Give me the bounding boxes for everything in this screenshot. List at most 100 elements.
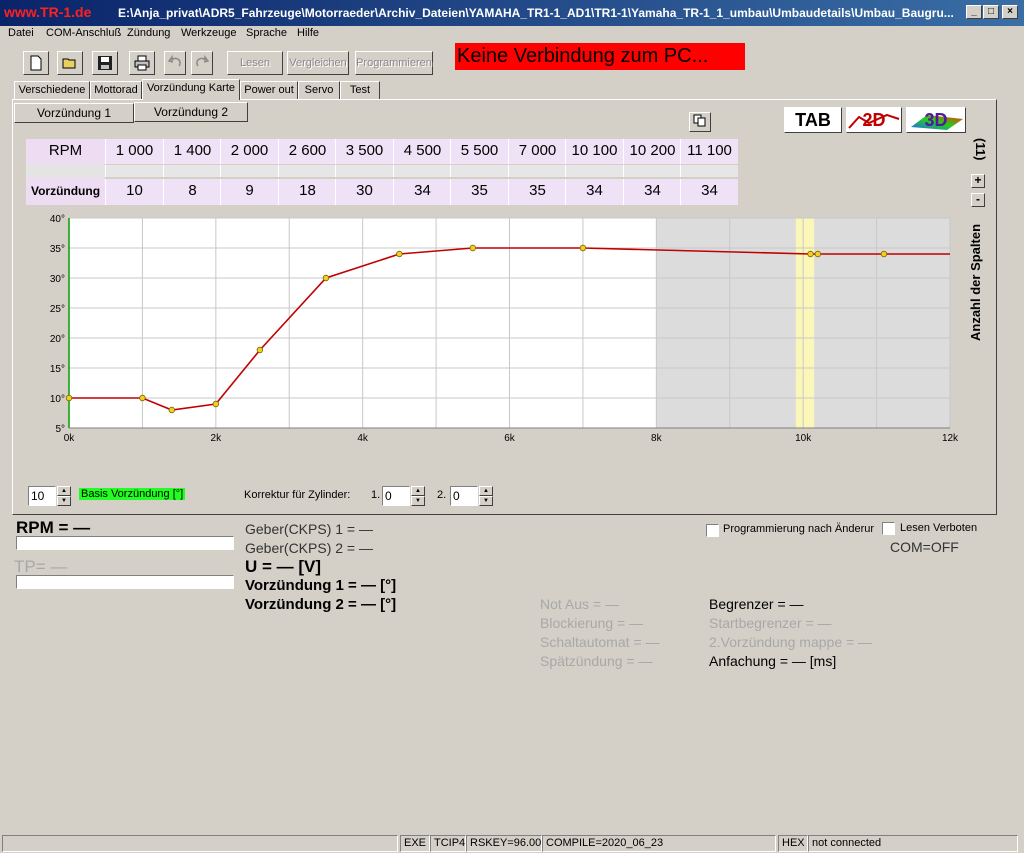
view-2d-button[interactable]: 2D [846,107,902,133]
tab-test[interactable]: Test [340,81,380,99]
rpm-cell[interactable]: 10 100 [565,139,623,164]
tab-vorzuendung-karte[interactable]: Vorzündung Karte [142,79,240,100]
redo-button[interactable] [191,51,213,75]
data-point [139,394,146,402]
save-button[interactable] [92,51,118,75]
vorzuendung2-readout: Vorzündung 2 = — [°] [245,596,397,613]
menu-zuendung[interactable]: Zündung [127,27,170,39]
vergleichen-button[interactable]: Vergleichen [287,51,349,75]
tab-power-out[interactable]: Power out [240,81,298,99]
remove-column-button[interactable]: - [971,193,985,207]
advance-curve-chart: 5°10°15°20°25°30°35°40°0k 2k 4k 6k 8k 10k 12k [50,214,959,444]
menu-datei[interactable]: Datei [8,27,34,39]
rpm-cell[interactable]: 7 000 [508,139,566,164]
spin-up-icon[interactable]: ▲ [411,486,425,496]
schaltautomat-readout: Schaltautomat = — [540,634,660,650]
x-tick-label: 0k [64,433,76,444]
table-divider-cell [393,165,451,177]
not-aus-readout: Not Aus = — [540,596,619,612]
y-tick-label: 25° [50,304,65,315]
data-point [396,250,403,258]
table-divider-cell [278,165,336,177]
add-column-button[interactable]: + [971,174,985,188]
rpm-cell[interactable]: 4 500 [393,139,451,164]
data-point [212,400,220,408]
column-count: (11) [973,138,988,161]
lesen-button[interactable]: Lesen [227,51,283,75]
maximize-icon[interactable]: □ [983,5,999,19]
lesen-verboten-checkbox[interactable] [882,522,895,535]
status-connection: not connected [808,835,1018,852]
basis-value-input[interactable]: 10 [28,486,56,506]
menu-sprache[interactable]: Sprache [246,27,287,39]
tab-servo[interactable]: Servo [298,81,340,99]
minimize-icon[interactable]: _ [966,5,982,19]
basis-spinner[interactable]: ▲ ▼ [57,486,71,506]
y-tick-label: 20° [50,334,65,345]
advance-cell[interactable]: 34 [623,179,681,205]
tab-mottorad[interactable]: Mottorad [90,81,142,99]
y-tick-label: 15° [50,364,65,375]
programmierung-checkbox[interactable] [706,524,719,537]
vorzuendung1-readout: Vorzündung 1 = — [°] [245,577,397,594]
rpm-cell[interactable]: 1 000 [105,139,163,164]
tab-verschiedene[interactable]: Verschiedene [14,81,90,99]
advance-cell[interactable]: 9 [220,179,278,205]
rpm-cell[interactable]: 11 100 [680,139,738,164]
close-icon[interactable]: × [1002,5,1018,19]
view-3d-label: 3D [924,110,948,130]
redo-icon [196,54,210,67]
window-title: E:\Anja_privat\ADR5_Fahrzeuge\Motorraede… [118,6,954,20]
geber2-readout: Geber(CKPS) 2 = — [245,540,373,556]
column-count-label: Anzahl der Spalten [968,224,983,341]
cyl1-label: 1. [371,489,381,501]
open-button[interactable] [57,51,83,75]
advance-cell[interactable]: 34 [680,179,738,205]
advance-cell[interactable]: 34 [565,179,623,205]
geber1-readout: Geber(CKPS) 1 = — [245,521,373,537]
rpm-cell[interactable]: 1 400 [163,139,221,164]
cyl1-spinner[interactable]: ▲ ▼ [411,486,425,506]
data-point [814,250,822,258]
x-tick-label: 6k [504,433,516,444]
new-file-button[interactable] [23,51,49,75]
spin-up-icon[interactable]: ▲ [479,486,493,496]
rpm-cell[interactable]: 2 000 [220,139,278,164]
rpm-cell[interactable]: 2 600 [278,139,336,164]
view-3d-button[interactable]: 3D [906,107,966,133]
menu-werkzeuge[interactable]: Werkzeuge [181,27,236,39]
data-point [256,346,264,354]
print-button[interactable] [129,51,155,75]
menu-hilfe[interactable]: Hilfe [297,27,319,39]
subtab-vorzuendung-2[interactable]: Vorzündung 2 [134,102,248,122]
spin-down-icon[interactable]: ▼ [479,496,493,506]
view-tab-button[interactable]: TAB [784,107,842,133]
advance-cell[interactable]: 35 [508,179,566,205]
spin-down-icon[interactable]: ▼ [57,496,71,506]
cyl2-label: 2. [437,489,447,501]
advance-cell[interactable]: 18 [278,179,336,205]
advance-cell[interactable]: 10 [105,179,163,205]
cyl2-input[interactable]: 0 [450,486,478,506]
data-point [322,274,330,282]
rpm-cell[interactable]: 10 200 [623,139,681,164]
copy-button[interactable] [689,112,711,132]
advance-cell[interactable]: 30 [335,179,393,205]
spin-up-icon[interactable]: ▲ [57,486,71,496]
cyl1-input[interactable]: 0 [382,486,410,506]
advance-cell[interactable]: 8 [163,179,221,205]
copy-icon [693,114,706,127]
advance-cell[interactable]: 34 [393,179,451,205]
programmieren-button[interactable]: Programmieren [355,51,433,75]
rpm-cell[interactable]: 5 500 [450,139,508,164]
cyl2-spinner[interactable]: ▲ ▼ [479,486,493,506]
com-status: COM=OFF [890,539,959,555]
rpm-cell[interactable]: 3 500 [335,139,393,164]
table-divider-cell [335,165,393,177]
advance-cell[interactable]: 35 [450,179,508,205]
subtab-vorzuendung-1[interactable]: Vorzündung 1 [14,103,134,123]
startbegrenzer-readout: Startbegrenzer = — [709,615,832,631]
undo-button[interactable] [164,51,186,75]
spin-down-icon[interactable]: ▼ [411,496,425,506]
menu-com-anschluss[interactable]: COM-Anschluß [46,27,121,39]
